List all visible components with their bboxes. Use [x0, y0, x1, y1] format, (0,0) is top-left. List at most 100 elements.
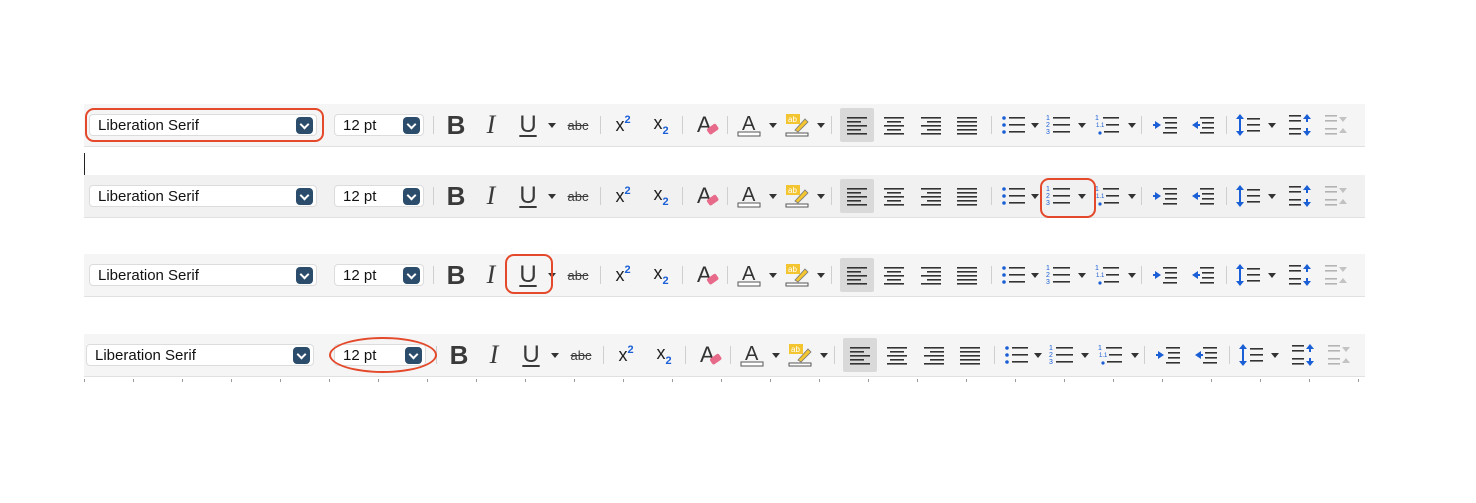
outline-list-button[interactable]: 1 1.1 [1094, 338, 1128, 372]
outline-list-button[interactable]: 1 1.1 [1091, 179, 1125, 213]
line-spacing-button[interactable] [1232, 258, 1266, 292]
font-color-button[interactable]: A [732, 179, 766, 213]
decrease-paragraph-spacing-button[interactable] [1322, 338, 1356, 372]
numbered-list-dropdown-arrow[interactable] [1081, 353, 1089, 358]
highlight-dropdown-arrow[interactable] [817, 273, 825, 278]
underline-dropdown-arrow[interactable] [548, 123, 556, 128]
increase-indent-button[interactable] [1149, 179, 1183, 213]
justify-button[interactable] [950, 258, 984, 292]
subscript-button[interactable]: x2 [644, 179, 678, 213]
align-center-button[interactable] [877, 179, 911, 213]
increase-indent-button[interactable] [1149, 258, 1183, 292]
decrease-paragraph-spacing-button[interactable] [1319, 179, 1353, 213]
line-spacing-button[interactable] [1232, 179, 1266, 213]
bold-button[interactable]: B [442, 338, 476, 372]
numbered-list-dropdown-arrow[interactable] [1078, 123, 1086, 128]
decrease-paragraph-spacing-button[interactable] [1319, 108, 1353, 142]
font-size-box[interactable]: 12 pt [334, 114, 424, 136]
font-size-box[interactable]: 12 pt [334, 185, 424, 207]
font-name-box[interactable]: Liberation Serif [86, 344, 314, 366]
increase-paragraph-spacing-button[interactable] [1283, 108, 1317, 142]
bullet-list-button[interactable] [997, 179, 1031, 213]
decrease-paragraph-spacing-button[interactable] [1319, 258, 1353, 292]
bullet-list-button[interactable] [997, 258, 1031, 292]
underline-button[interactable]: U [514, 338, 548, 372]
chevron-down-icon[interactable] [403, 188, 420, 205]
align-right-button[interactable] [914, 179, 948, 213]
line-spacing-dropdown-arrow[interactable] [1268, 123, 1276, 128]
subscript-button[interactable]: x2 [644, 258, 678, 292]
numbered-list-dropdown-arrow[interactable] [1078, 273, 1086, 278]
bold-button[interactable]: B [439, 258, 473, 292]
highlight-color-button[interactable]: ab [780, 179, 814, 213]
font-name-box[interactable]: Liberation Serif [89, 264, 317, 286]
chevron-down-icon[interactable] [296, 267, 313, 284]
outline-list-dropdown-arrow[interactable] [1128, 273, 1136, 278]
font-color-button[interactable]: A [732, 108, 766, 142]
line-spacing-button[interactable] [1232, 108, 1266, 142]
outline-list-dropdown-arrow[interactable] [1128, 194, 1136, 199]
outline-list-dropdown-arrow[interactable] [1131, 353, 1139, 358]
strikethrough-button[interactable]: abc [561, 179, 595, 213]
increase-indent-button[interactable] [1152, 338, 1186, 372]
underline-button[interactable]: U [511, 108, 545, 142]
highlight-dropdown-arrow[interactable] [817, 123, 825, 128]
superscript-button[interactable]: x2 [606, 258, 640, 292]
chevron-down-icon[interactable] [296, 188, 313, 205]
underline-dropdown-arrow[interactable] [548, 194, 556, 199]
line-spacing-button[interactable] [1235, 338, 1269, 372]
superscript-button[interactable]: x2 [606, 179, 640, 213]
line-spacing-dropdown-arrow[interactable] [1268, 273, 1276, 278]
clear-formatting-button[interactable]: A [690, 258, 724, 292]
justify-button[interactable] [950, 179, 984, 213]
numbered-list-button[interactable]: 123 [1042, 258, 1076, 292]
font-color-button[interactable]: A [732, 258, 766, 292]
increase-indent-button[interactable] [1149, 108, 1183, 142]
justify-button[interactable] [950, 108, 984, 142]
outline-list-button[interactable]: 1 1.1 [1091, 258, 1125, 292]
increase-paragraph-spacing-button[interactable] [1283, 179, 1317, 213]
line-spacing-dropdown-arrow[interactable] [1268, 194, 1276, 199]
highlight-dropdown-arrow[interactable] [820, 353, 828, 358]
chevron-down-icon[interactable] [403, 267, 420, 284]
strikethrough-button[interactable]: abc [561, 108, 595, 142]
superscript-button[interactable]: x2 [606, 108, 640, 142]
outline-list-button[interactable]: 1 1.1 [1091, 108, 1125, 142]
highlight-color-button[interactable]: ab [780, 108, 814, 142]
align-center-button[interactable] [877, 258, 911, 292]
align-center-button[interactable] [877, 108, 911, 142]
font-size-box[interactable]: 12 pt [334, 264, 424, 286]
decrease-indent-button[interactable] [1186, 108, 1220, 142]
superscript-button[interactable]: x2 [609, 338, 643, 372]
decrease-indent-button[interactable] [1189, 338, 1223, 372]
align-left-button[interactable] [843, 338, 877, 372]
bullet-list-dropdown-arrow[interactable] [1031, 194, 1039, 199]
bullet-list-button[interactable] [1000, 338, 1034, 372]
increase-paragraph-spacing-button[interactable] [1286, 338, 1320, 372]
decrease-indent-button[interactable] [1186, 258, 1220, 292]
subscript-button[interactable]: x2 [647, 338, 681, 372]
align-right-button[interactable] [914, 258, 948, 292]
clear-formatting-button[interactable]: A [693, 338, 727, 372]
font-color-dropdown-arrow[interactable] [772, 353, 780, 358]
justify-button[interactable] [953, 338, 987, 372]
strikethrough-button[interactable]: abc [564, 338, 598, 372]
highlight-color-button[interactable]: ab [780, 258, 814, 292]
underline-dropdown-arrow[interactable] [551, 353, 559, 358]
font-name-box[interactable]: Liberation Serif [89, 185, 317, 207]
align-center-button[interactable] [880, 338, 914, 372]
bullet-list-button[interactable] [997, 108, 1031, 142]
italic-button[interactable]: I [474, 258, 508, 292]
outline-list-dropdown-arrow[interactable] [1128, 123, 1136, 128]
underline-button[interactable]: U [511, 179, 545, 213]
align-left-button[interactable] [840, 179, 874, 213]
bullet-list-dropdown-arrow[interactable] [1031, 123, 1039, 128]
bullet-list-dropdown-arrow[interactable] [1031, 273, 1039, 278]
font-color-dropdown-arrow[interactable] [769, 123, 777, 128]
strikethrough-button[interactable]: abc [561, 258, 595, 292]
font-color-button[interactable]: A [735, 338, 769, 372]
italic-button[interactable]: I [474, 179, 508, 213]
align-left-button[interactable] [840, 108, 874, 142]
numbered-list-button[interactable]: 123 [1042, 108, 1076, 142]
italic-button[interactable]: I [474, 108, 508, 142]
